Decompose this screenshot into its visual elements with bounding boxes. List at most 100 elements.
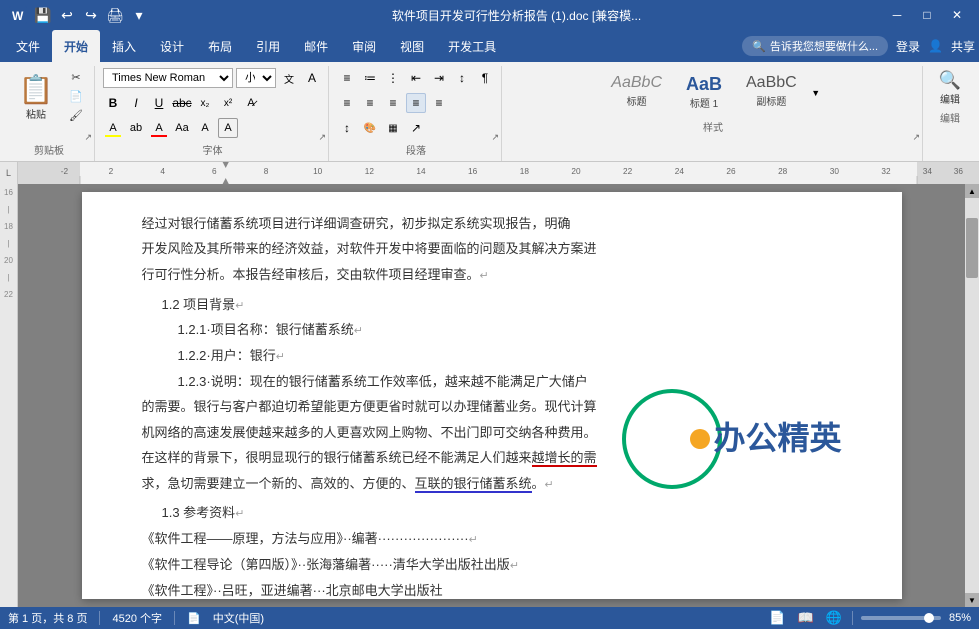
ribbon-tabs: 文件 开始 插入 设计 布局 引用 邮件 审阅 视图 开发工具 🔍 告诉我您想要… (0, 30, 979, 62)
tab-file[interactable]: 文件 (4, 30, 52, 62)
quick-access-toolbar: 💾 ↩ ↪ 🖨 ▾ (32, 4, 150, 26)
tab-view[interactable]: 视图 (388, 30, 436, 62)
paste-button[interactable]: 📋 粘贴 (10, 68, 62, 126)
char-border-button[interactable]: A (218, 118, 238, 138)
styles-expand-icon[interactable]: ↗ (912, 132, 920, 143)
paste-icon: 📋 (19, 73, 54, 106)
search-icon: 🔍 (752, 40, 766, 53)
para-expand-icon[interactable]: ↗ (491, 132, 499, 143)
tab-developer[interactable]: 开发工具 (436, 30, 508, 62)
clipboard-expand-icon[interactable]: ↗ (84, 132, 92, 143)
custom-quick-access-button[interactable]: ▾ (128, 4, 150, 26)
doc-para-123-5: 求，急切需要建立一个新的、高效的、方便的、互联的银行储蓄系统。↵ (142, 472, 842, 496)
subscript-button[interactable]: x₂ (195, 93, 215, 113)
font-color-button[interactable]: A (103, 118, 123, 138)
tab-layout[interactable]: 布局 (196, 30, 244, 62)
minimize-button[interactable]: － (883, 5, 911, 25)
line-spacing-button[interactable]: ↕ (337, 118, 357, 138)
increase-indent-button[interactable]: ⇥ (429, 68, 449, 88)
tab-review[interactable]: 审阅 (340, 30, 388, 62)
font-wen-btn[interactable]: 文 (279, 68, 299, 88)
font-a-btn[interactable]: A (302, 68, 322, 88)
zoom-slider[interactable] (861, 616, 941, 620)
distributed-button[interactable]: ≡ (429, 93, 449, 113)
doc-scroll-area[interactable]: 办公精英 经过对银行储蓄系统项目进行详细调查研究，初步拟定系统实现报告，明确 开… (18, 184, 965, 607)
left-panel: 16 | 18 | 20 | 22 (0, 184, 18, 607)
highlight-button[interactable]: ab (126, 118, 146, 138)
align-left-button[interactable]: ≡ (337, 93, 357, 113)
superscript-button[interactable]: x² (218, 93, 238, 113)
align-right-button[interactable]: ≡ (383, 93, 403, 113)
italic-button[interactable]: I (126, 93, 146, 113)
edit-button[interactable]: 🔍 编辑 (930, 68, 970, 108)
save-button[interactable]: 💾 (32, 4, 54, 26)
font-size-select[interactable]: 小四 (236, 68, 276, 88)
title-bar-left: W 💾 ↩ ↪ 🖨 ▾ (8, 4, 150, 26)
svg-text:18: 18 (520, 167, 530, 176)
clipboard-label: 剪贴板 (10, 142, 88, 159)
borders-button[interactable]: ▦ (383, 118, 403, 138)
search-box[interactable]: 🔍 告诉我您想要做什么... (742, 36, 888, 56)
style-fubiaoti[interactable]: AaBbC 副标题 (738, 72, 805, 113)
style-biaoti[interactable]: AaBbC 标题 (603, 72, 670, 113)
bullets-button[interactable]: ≡ (337, 68, 357, 88)
status-sep-2 (174, 611, 175, 625)
align-center-button[interactable]: ≡ (360, 93, 380, 113)
line-num-16: 16 (4, 188, 13, 197)
format-painter-button[interactable]: 🖌 (64, 106, 88, 124)
bold-button[interactable]: B (103, 93, 123, 113)
login-label[interactable]: 登录 (896, 38, 920, 55)
text-color-button[interactable]: A (149, 118, 169, 138)
scrollbar-down-button[interactable]: ▼ (965, 593, 979, 607)
close-button[interactable]: ✕ (943, 5, 971, 25)
tab-home[interactable]: 开始 (52, 30, 100, 62)
word-count: 4520 个字 (112, 610, 162, 626)
tab-design[interactable]: 设计 (148, 30, 196, 62)
tab-references[interactable]: 引用 (244, 30, 292, 62)
undo-button[interactable]: ↩ (56, 4, 78, 26)
scrollbar-thumb[interactable] (966, 218, 978, 278)
show-marks-button[interactable]: ¶ (475, 68, 495, 88)
decrease-indent-button[interactable]: ⇤ (406, 68, 426, 88)
font-name-select[interactable]: Times New Roman (103, 68, 233, 88)
web-view-button[interactable]: 🌐 (824, 610, 844, 626)
tab-insert[interactable]: 插入 (100, 30, 148, 62)
svg-text:4: 4 (160, 167, 165, 176)
clear-format-button[interactable]: A̷ (241, 93, 261, 113)
zoom-thumb[interactable] (924, 613, 934, 623)
font-expand-icon[interactable]: ↗ (318, 132, 326, 143)
maximize-button[interactable]: □ (913, 5, 941, 25)
line-num-21: | (7, 273, 9, 282)
shading-button[interactable]: 🎨 (360, 118, 380, 138)
ruler-corner[interactable]: L (0, 162, 18, 184)
doc-para-2: 开发风险及其所带来的经济效益，对软件开发中将要面临的问题及其解决方案进 (142, 237, 842, 260)
redo-button[interactable]: ↪ (80, 4, 102, 26)
numbering-button[interactable]: ≔ (360, 68, 380, 88)
document-page[interactable]: 办公精英 经过对银行储蓄系统项目进行详细调查研究，初步拟定系统实现报告，明确 开… (82, 192, 902, 599)
doc-heading-13: 1.3 参考资料↵ (142, 501, 842, 525)
read-view-button[interactable]: 📖 (796, 610, 816, 626)
cut-button[interactable]: ✂ (64, 68, 88, 86)
print-button[interactable]: 🖨 (104, 4, 126, 26)
share-label[interactable]: 共享 (951, 38, 975, 55)
justify-button[interactable]: ≡ (406, 93, 426, 113)
para-expand-button[interactable]: ↗ (406, 118, 426, 138)
edit-label: 编辑 (940, 91, 960, 106)
scrollbar-up-button[interactable]: ▲ (965, 184, 979, 198)
multilevel-list-button[interactable]: ⋮ (383, 68, 403, 88)
aa-btn[interactable]: Aa (172, 118, 192, 138)
line-num-17: | (7, 205, 9, 214)
para-list-row: ≡ ≔ ⋮ ⇤ ⇥ ↕ ¶ (337, 68, 495, 88)
strikethrough-button[interactable]: abc (172, 93, 192, 113)
print-view-button[interactable]: 📄 (767, 610, 787, 626)
style-biaoti1[interactable]: AaB 标题 1 (674, 72, 734, 113)
status-sep-1 (99, 611, 100, 625)
clipboard-group: 📋 粘贴 ✂ 📄 🖌 剪贴板 ↗ (4, 66, 95, 161)
underline-button[interactable]: U (149, 93, 169, 113)
editing-group: 🔍 编辑 编辑 (925, 66, 975, 161)
char-shading-button[interactable]: A (195, 118, 215, 138)
styles-scroll-down[interactable]: ▼ (809, 83, 823, 103)
copy-button[interactable]: 📄 (64, 87, 88, 105)
tab-mail[interactable]: 邮件 (292, 30, 340, 62)
sort-button[interactable]: ↕ (452, 68, 472, 88)
